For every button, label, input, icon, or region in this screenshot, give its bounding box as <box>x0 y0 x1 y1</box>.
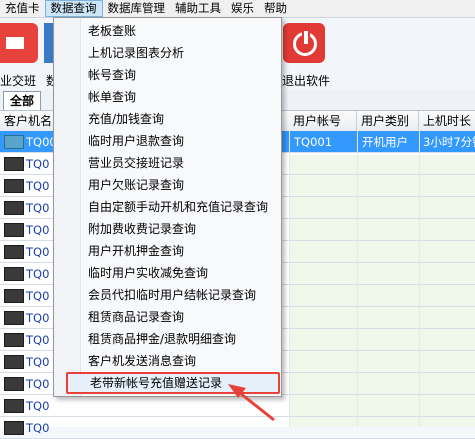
exit-software-label[interactable]: 退出软件 <box>282 72 330 89</box>
client-name: TQ0 <box>26 355 50 369</box>
shift-handover-label[interactable]: 业交班 <box>0 72 36 89</box>
menu-item[interactable]: 自由定额手动开机和充值记录查询 <box>80 196 288 218</box>
monitor-icon <box>4 179 24 193</box>
grid-divider <box>419 131 420 427</box>
power-icon[interactable] <box>283 23 325 63</box>
monitor-icon <box>4 135 24 149</box>
monitor-icon <box>4 421 24 435</box>
menu-item[interactable]: 会员代扣临时用户结帐记录查询 <box>80 284 288 306</box>
menu-item[interactable]: 用户开机押金查询 <box>80 240 288 262</box>
online-duration: 3小时7分钟 <box>423 135 475 149</box>
grid-divider <box>357 131 358 427</box>
client-name: TQ0 <box>26 179 50 193</box>
menu-item[interactable]: 租赁商品记录查询 <box>80 306 288 328</box>
user-category: 开机用户 <box>362 135 408 149</box>
menu-item[interactable]: 帐号查询 <box>80 64 288 86</box>
client-name: TQ0 <box>26 289 50 303</box>
menu-item[interactable]: 附加费收费记录查询 <box>80 218 288 240</box>
col-user-account[interactable]: 用户帐号 <box>289 111 357 131</box>
menu-item[interactable]: 老带新帐号充值赠送记录 <box>66 372 280 394</box>
client-name: TQ0 <box>26 399 50 413</box>
client-name: TQ0 <box>26 245 50 259</box>
menu-help[interactable]: 帮助 <box>259 0 292 17</box>
menu-data-query[interactable]: 数据查询 <box>44 0 103 17</box>
menubar: 充值卡 数据查询 数据库管理 辅助工具 娱乐 帮助 <box>0 0 475 18</box>
col-user-category[interactable]: 用户类别 <box>357 111 419 131</box>
data-query-dropdown: 老板查账 上机记录图表分析 帐号查询 帐单查询 充值/加钱查询 临时用户退款查询 营业员交接… <box>53 17 282 397</box>
menu-item[interactable]: 客户机发送消息查询 <box>80 350 288 372</box>
menu-item[interactable]: 用户欠账记录查询 <box>80 174 288 196</box>
client-name: TQ0 <box>26 267 50 281</box>
menu-item[interactable]: 营业员交接班记录 <box>80 152 288 174</box>
menu-item[interactable]: 帐单查询 <box>80 86 288 108</box>
client-name: TQ0 <box>26 333 50 347</box>
client-name: TQ0 <box>26 157 50 171</box>
menu-item[interactable]: 上机记录图表分析 <box>80 42 288 64</box>
monitor-icon <box>4 399 24 413</box>
client-name: TQ0 <box>26 311 50 325</box>
menu-gutter <box>54 18 81 396</box>
monitor-icon <box>4 267 24 281</box>
menu-item[interactable]: 租赁商品押金/退款明细查询 <box>80 328 288 350</box>
menu-auxiliary-tools[interactable]: 辅助工具 <box>170 0 226 17</box>
user-account: TQ001 <box>294 135 333 149</box>
table-row[interactable]: TQ0 <box>0 417 475 439</box>
menu-entertainment[interactable]: 娱乐 <box>226 0 259 17</box>
monitor-icon <box>4 201 24 215</box>
monitor-icon <box>4 245 24 259</box>
menu-item[interactable]: 老板查账 <box>80 20 288 42</box>
monitor-icon <box>4 157 24 171</box>
monitor-icon <box>4 223 24 237</box>
menu-item[interactable]: 临时用户实收减免查询 <box>80 262 288 284</box>
tab-all[interactable]: 全部 <box>3 91 42 110</box>
grid-divider <box>289 131 290 427</box>
col-online-duration[interactable]: 上机时长 <box>419 111 475 131</box>
menu-database-management[interactable]: 数据库管理 <box>103 0 171 17</box>
monitor-icon <box>4 289 24 303</box>
client-name: TQ0 <box>26 201 50 215</box>
shift-handover-icon[interactable] <box>0 23 38 63</box>
client-name: TQ0 <box>26 377 50 391</box>
client-name: TQ0 <box>26 223 50 237</box>
monitor-icon <box>4 311 24 325</box>
menu-item[interactable]: 临时用户退款查询 <box>80 130 288 152</box>
table-row[interactable]: TQ0 <box>0 395 475 417</box>
menu-recharge-card[interactable]: 充值卡 <box>0 0 45 17</box>
monitor-icon <box>4 377 24 391</box>
monitor-icon <box>4 355 24 369</box>
monitor-icon <box>4 333 24 347</box>
client-name: TQ0 <box>26 421 50 435</box>
menu-item[interactable]: 充值/加钱查询 <box>80 108 288 130</box>
